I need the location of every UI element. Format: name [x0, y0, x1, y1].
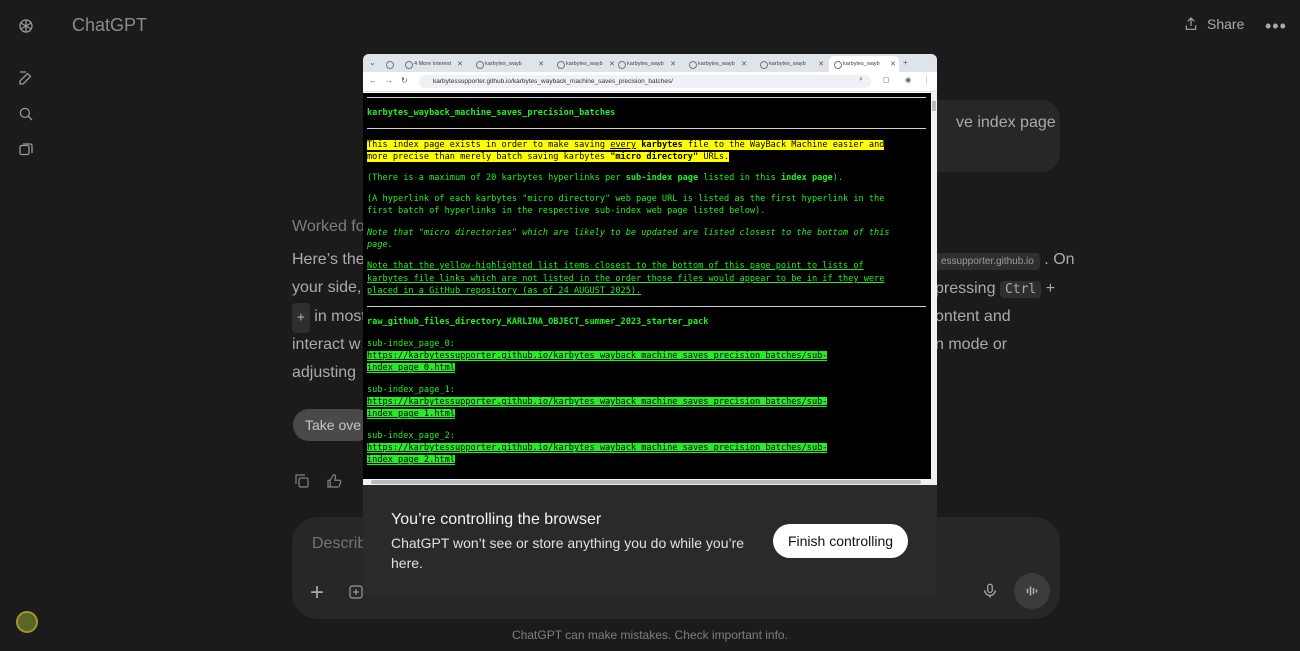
- remote-browser-window[interactable]: ⌄ 4 More Interest ✕ karbytes_wayb ✕ karbyt…: [363, 54, 937, 485]
- subpage-link[interactable]: index_page_2.html: [367, 454, 455, 467]
- web-page-content[interactable]: karbytes_wayback_machine_saves_precision…: [363, 93, 931, 479]
- browser-tab-active[interactable]: karbytes_wayb ✕: [829, 56, 899, 72]
- divider: [367, 128, 926, 129]
- forward-icon[interactable]: →: [385, 76, 393, 85]
- subpage-link[interactable]: https://karbytessupporter.github.io/karb…: [367, 396, 828, 409]
- yellow-note-line: placed in a GitHub repository (as of 24 …: [367, 286, 642, 296]
- hyperlink-note-line: first batch of hyperlinks in the respect…: [367, 206, 766, 216]
- subpage-link[interactable]: https://karbytessupporter.github.io/karb…: [367, 442, 828, 455]
- browser-tab[interactable]: karbytes_wayb ✕: [755, 56, 827, 72]
- reload-icon[interactable]: ↻: [401, 76, 408, 85]
- divider: [367, 97, 926, 98]
- control-banner: You’re controlling the browser ChatGPT w…: [363, 485, 937, 597]
- subpage-link[interactable]: index_page_0.html: [367, 362, 455, 375]
- back-icon[interactable]: ←: [369, 76, 377, 85]
- micro-directory-note-line: Note that "micro directories" which are …: [367, 228, 890, 238]
- intro-paragraph-line: more precise than merely batch saving ka…: [367, 152, 730, 162]
- subpage-label: sub-index_page_1:: [367, 385, 455, 395]
- intro-paragraph-line: This index page exists in order to make …: [367, 140, 885, 150]
- control-description: ChatGPT won’t see or store anything you …: [391, 535, 745, 571]
- browser-tab[interactable]: karbytes_wayb ✕: [471, 56, 547, 72]
- page-heading: karbytes_wayback_machine_saves_precision…: [367, 108, 616, 118]
- reader-icon[interactable]: ▢: [883, 76, 890, 84]
- control-heading: You’re controlling the browser: [391, 511, 602, 528]
- scrollbar-thumb[interactable]: [932, 101, 936, 111]
- subpage-link[interactable]: https://karbytessupporter.github.io/karb…: [367, 350, 828, 363]
- browser-tab[interactable]: [381, 56, 397, 72]
- divider: [367, 306, 926, 307]
- hyperlink-note-line: (A hyperlink of each karbytes "micro dir…: [367, 194, 885, 204]
- browser-menu-icon[interactable]: ⋮: [923, 76, 930, 84]
- browser-tab[interactable]: karbytes_wayb ✕: [684, 56, 750, 72]
- subpage-link[interactable]: index_page_1.html: [367, 408, 455, 421]
- browser-address-bar: ← → ↻ karbytessupporter.github.io/karbyt…: [363, 72, 937, 92]
- vertical-scrollbar[interactable]: [931, 93, 937, 479]
- tab-list-chevron-icon[interactable]: ⌄: [369, 58, 376, 67]
- max-note: (There is a maximum of 20 karbytes hyper…: [367, 173, 844, 183]
- browser-tab[interactable]: karbytes_wayb ✕: [552, 56, 618, 72]
- browser-tab[interactable]: karbytes_wayb ✕: [613, 56, 679, 72]
- subpage-label: sub-index_page_0:: [367, 339, 455, 349]
- zoom-icon[interactable]: ⌕: [859, 76, 863, 84]
- url-field[interactable]: karbytessupporter.github.io/karbytes_way…: [419, 75, 871, 88]
- yellow-note-line: karbytes file links which are not listed…: [367, 274, 885, 284]
- scrollbar-thumb[interactable]: [371, 480, 921, 484]
- subpage-label: sub-index_page_2:: [367, 431, 455, 441]
- section-heading: raw_github_files_directory_KARLINA_OBJEC…: [367, 317, 709, 327]
- browser-tab-strip: ⌄ 4 More Interest ✕ karbytes_wayb ✕ karbyt…: [363, 54, 937, 72]
- finish-controlling-button[interactable]: Finish controlling: [773, 524, 908, 558]
- yellow-note-line: Note that the yellow-highlighted list it…: [367, 261, 864, 271]
- profile-icon[interactable]: ◉: [905, 76, 911, 84]
- browser-tab[interactable]: 4 More Interest ✕: [400, 56, 466, 72]
- micro-directory-note-line: page.: [367, 240, 393, 250]
- new-tab-button[interactable]: +: [903, 58, 908, 67]
